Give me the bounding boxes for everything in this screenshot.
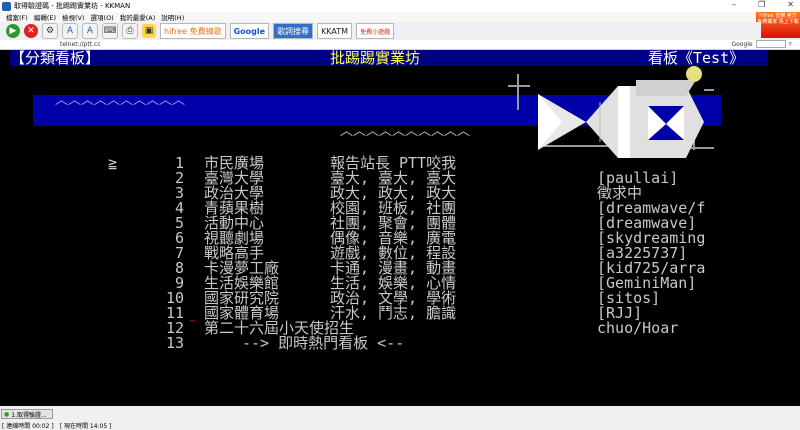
kkatm-link[interactable]: KKATM [317, 23, 353, 39]
menu-options[interactable]: 選項(O) [91, 12, 114, 22]
lyrics-search-link[interactable]: 歌詞搜尋 [273, 23, 314, 39]
toolbar: ▶ ✕ ⚙ A A ⌨ ⎙ ▣ hifree 免費線歌 Google 歌詞搜尋 … [0, 22, 761, 41]
hifree-ad-banner[interactable]: hifree 音樂 官方免費獨家 馬上下載 [756, 12, 800, 38]
menu-bar: 檔案(F) 編輯(E) 檢視(V) 選項(O) 我的最愛(A) 說明(H) [0, 12, 761, 22]
close-button[interactable]: ✕ [787, 0, 794, 9]
fish-ascii-art [508, 66, 714, 158]
window-title: 取得驗證碼 - 批踢踢實業坊 - KKMAN [14, 2, 131, 10]
task-tab[interactable]: ● 1.取得驗證... [1, 409, 53, 419]
new-mark: ~ [190, 316, 197, 327]
search-box: Google ⌕ [731, 40, 792, 48]
menu-favorites[interactable]: 我的最愛(A) [120, 12, 156, 22]
task-tab-label: 1.取得驗證... [11, 411, 47, 419]
stop-icon[interactable]: ✕ [24, 24, 38, 38]
row-board-name[interactable]: --> 即時熱門看板 <-- [242, 336, 404, 351]
connect-icon[interactable]: ▶ [6, 24, 20, 38]
menu-file[interactable]: 檔案(F) [6, 12, 28, 22]
row-moderator: chuo/Hoar [597, 319, 679, 337]
telnet-terminal[interactable]: 【分類看板】 批踢踢實業坊 看板《Test》 ︿︿︿︿︿︿︿︿︿︿ ︿︿︿︿︿︿… [0, 50, 800, 406]
cursor-indicator: ≧ [108, 154, 118, 172]
menu-view[interactable]: 檢視(V) [62, 12, 85, 22]
keyboard-icon[interactable]: ⌨ [102, 23, 118, 39]
search-icon[interactable]: ⌕ [789, 40, 792, 48]
print-icon[interactable]: ⎙ [122, 23, 138, 39]
status-bar: ● 1.取得驗證... [ 連線時間 00:02 ] [ 現在時間 14:05 … [0, 406, 800, 430]
address-bar: telnet://ptt.cc Google ⌕ [0, 40, 800, 50]
box-icon[interactable]: ▣ [142, 24, 156, 38]
row-number: 13 [165, 334, 184, 352]
menu-edit[interactable]: 編輯(E) [34, 12, 56, 22]
google-link[interactable]: Google [229, 23, 270, 39]
header-center: 批踢踢實業坊 [330, 50, 421, 67]
banner-waves-top: ︿︿︿︿︿︿︿︿︿︿ [55, 93, 186, 108]
search-input[interactable] [755, 40, 786, 48]
header-left: 【分類看板】 [10, 50, 101, 67]
window-controls: – ❐ ✕ [732, 0, 794, 9]
maximize-button[interactable]: ❐ [758, 0, 765, 9]
font-size-icon[interactable]: A [82, 23, 98, 39]
kkman-app-icon [2, 1, 11, 11]
search-engine-label: Google [731, 40, 753, 48]
banner-waves-bottom: ︿︿︿︿︿︿︿︿︿︿ [340, 124, 471, 139]
connection-icon: ● [4, 410, 10, 418]
font-icon[interactable]: A [62, 23, 78, 39]
title-bar: 取得驗證碼 - 批踢踢實業坊 - KKMAN – ❐ ✕ [0, 0, 800, 12]
settings-icon[interactable]: ⚙ [42, 23, 58, 39]
menu-help[interactable]: 說明(H) [161, 12, 184, 22]
url-field[interactable]: telnet://ptt.cc [60, 41, 101, 48]
hifree-link[interactable]: hifree 免費線歌 [160, 23, 226, 39]
minimize-button[interactable]: – [732, 0, 736, 9]
free-games-link[interactable]: 免費小遊戲 [356, 23, 395, 39]
